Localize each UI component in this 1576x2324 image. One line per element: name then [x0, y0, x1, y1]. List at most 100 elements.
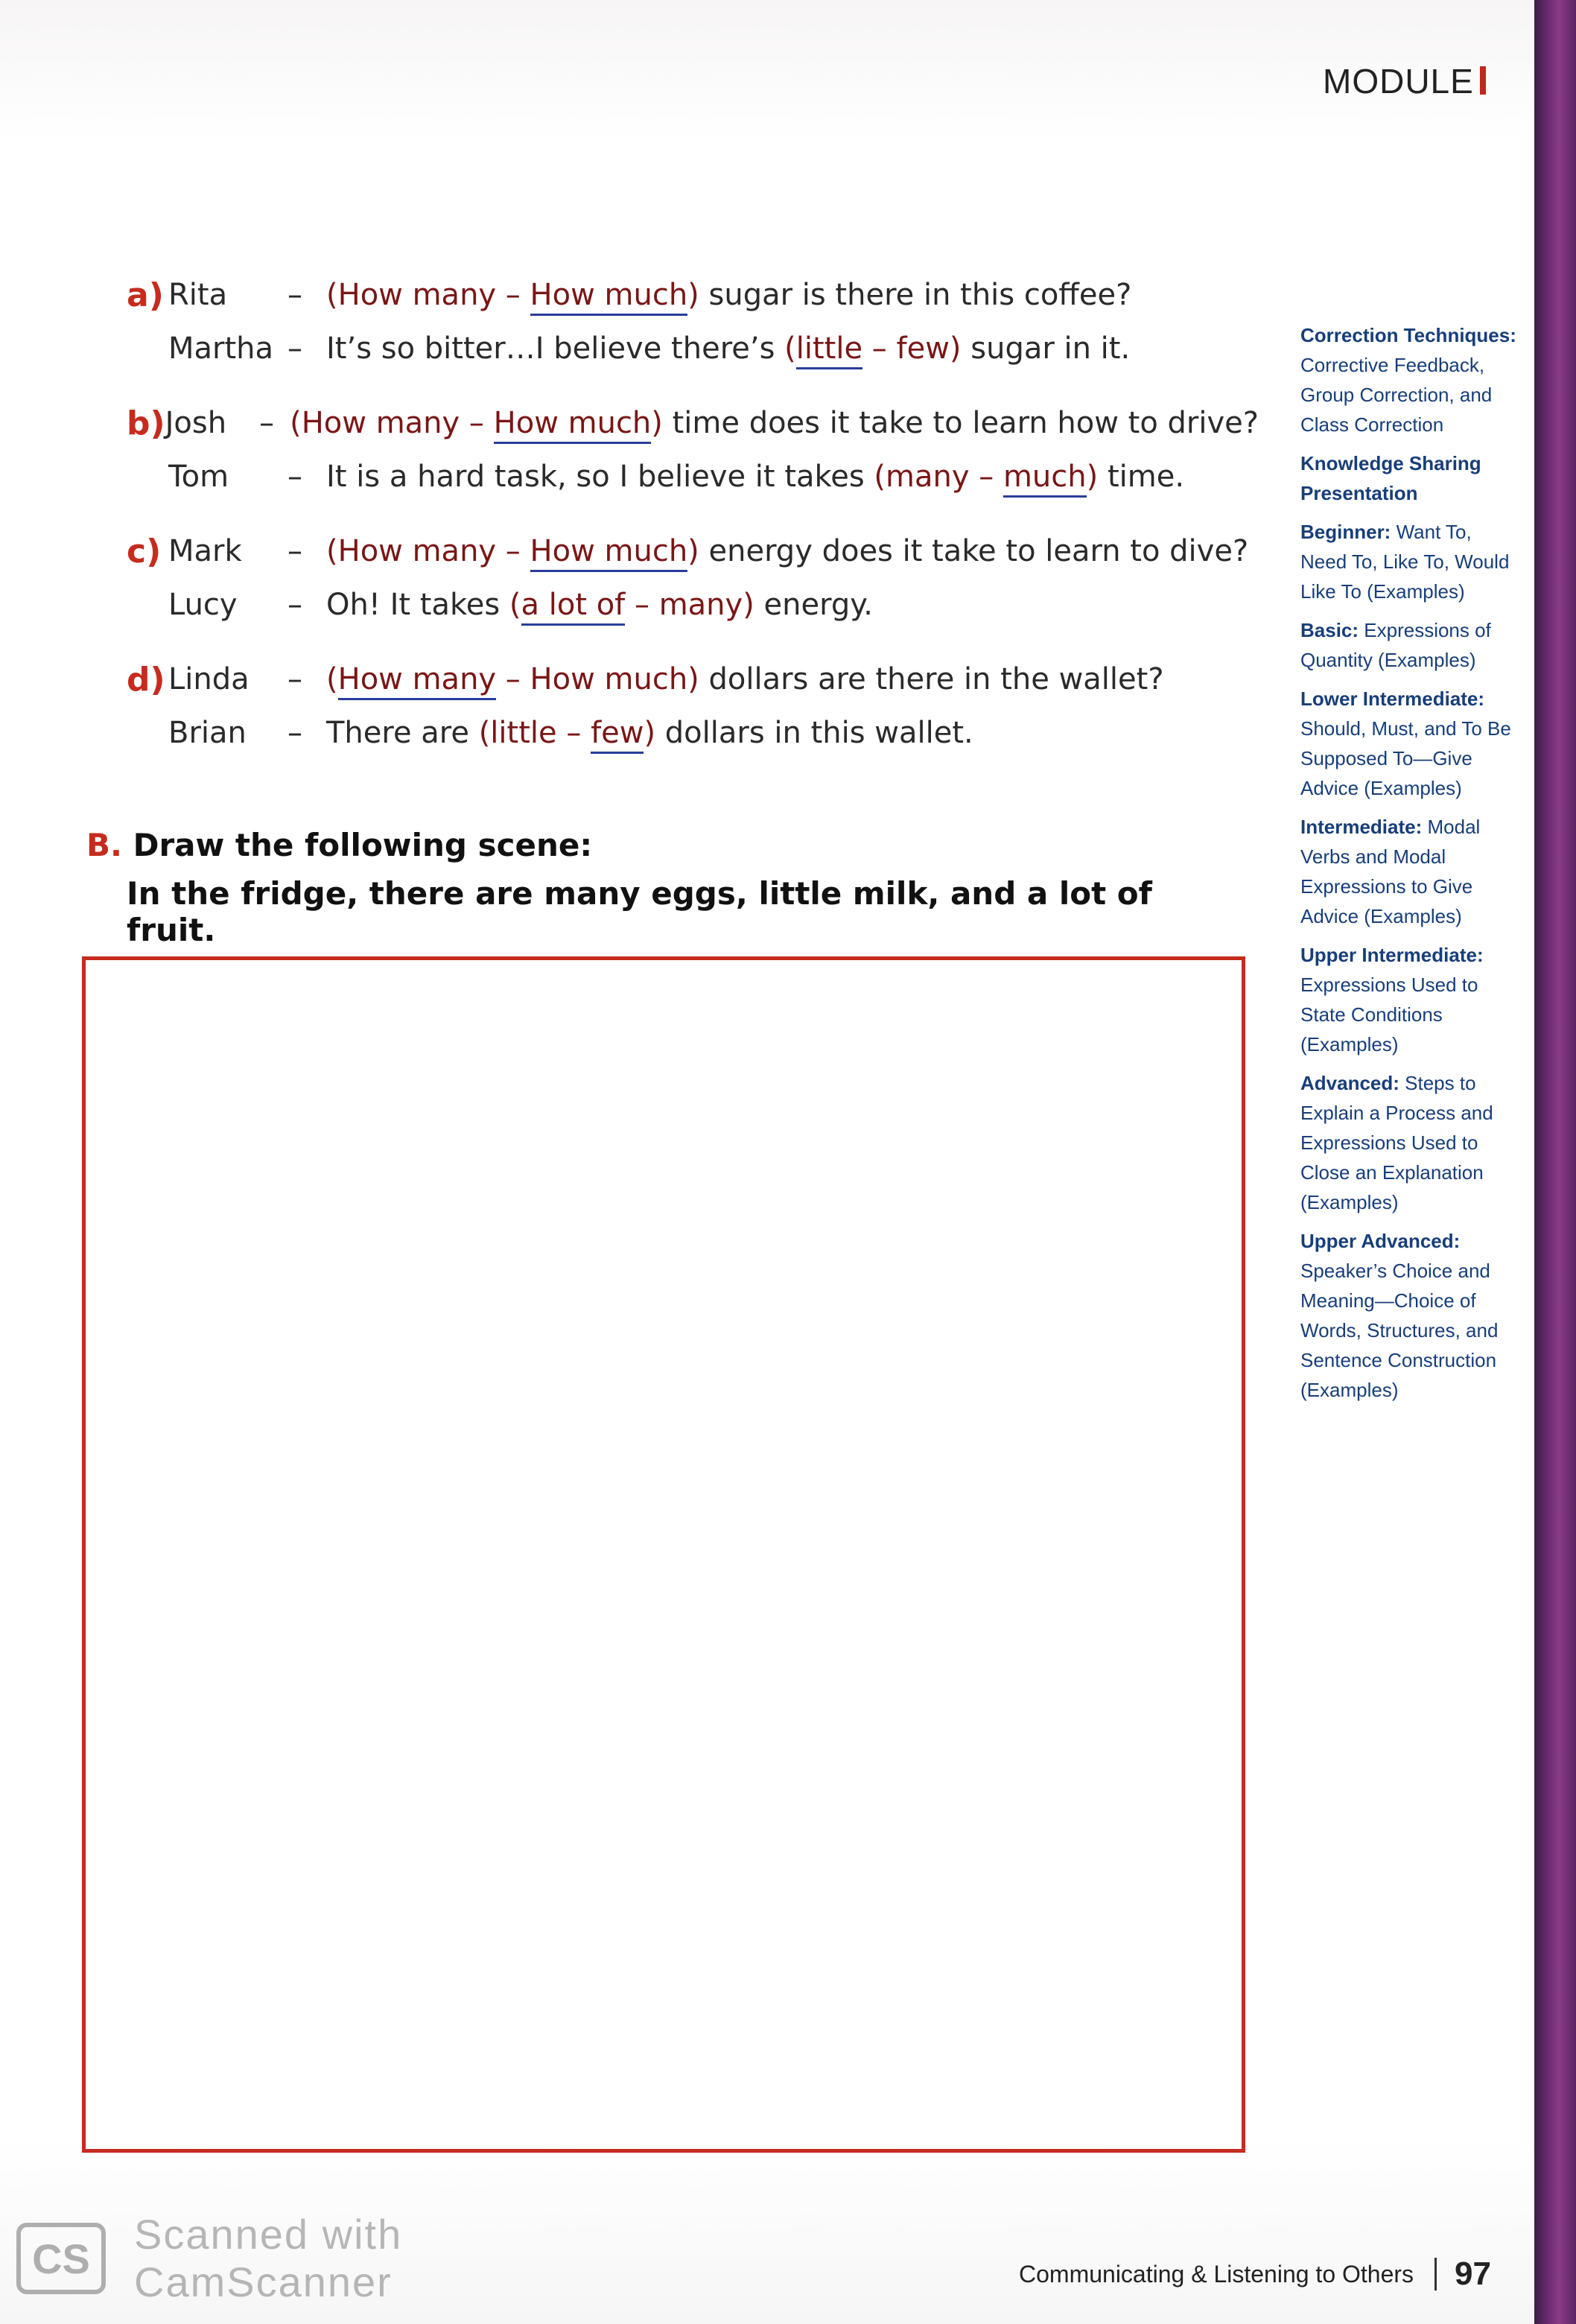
sentence-text: It’s so bitter…I believe there’s — [326, 331, 785, 366]
dialogue-line: Brian – There are (little – few) dollars i… — [127, 706, 1259, 760]
camscanner-watermark: CS Scanned with CamScanner — [16, 2211, 402, 2306]
section-b-instruction: In the fridge, there are many eggs, litt… — [127, 875, 1152, 948]
sidebar-item-heading: Intermediate: — [1300, 816, 1423, 838]
chosen-answer: little — [795, 331, 863, 369]
option-text: little — [490, 716, 557, 750]
sentence-text: It is a hard task, so I believe it takes — [326, 460, 874, 494]
dash: – — [287, 716, 302, 750]
sentence-text: There are — [326, 716, 479, 750]
sentence-text: energy. — [754, 588, 873, 622]
speaker-name: Lucy — [168, 588, 238, 622]
dialogue-line: b) Josh – (How many – How much) time does i… — [127, 396, 1259, 450]
sentence-text: sugar is there in this coffee? — [699, 278, 1132, 312]
dash: – — [287, 331, 302, 366]
dash: – — [287, 534, 302, 568]
chosen-answer: much — [1003, 460, 1087, 498]
option-text: – — [556, 716, 591, 750]
speaker-name: Rita — [168, 278, 228, 312]
sidebar-item: Intermediate: Modal Verbs and Modal Expr… — [1300, 812, 1516, 931]
module-header: MODULE — [1323, 61, 1486, 101]
chosen-answer: How many — [337, 662, 497, 700]
sentence-text: sugar in it. — [961, 331, 1131, 366]
section-b-label: B. — [86, 827, 122, 863]
option-text: ) — [687, 278, 699, 312]
item-letter: c) — [127, 532, 162, 571]
sidebar-item: Upper Advanced: Speaker’s Choice and Mea… — [1300, 1226, 1516, 1405]
option-text: ( — [478, 716, 491, 750]
dialogue-line: Tom – It is a hard task, so I believe it t… — [127, 450, 1259, 504]
watermark-line1: Scanned with — [134, 2211, 403, 2258]
chosen-answer: How much — [493, 406, 652, 444]
speaker-name: Linda — [168, 662, 250, 696]
chosen-answer: a lot of — [521, 588, 626, 626]
sidebar-item: Advanced: Steps to Explain a Process and… — [1300, 1068, 1516, 1217]
option-text: ( — [509, 588, 521, 622]
option-text: ) — [743, 588, 754, 622]
speaker-name: Tom — [168, 460, 229, 494]
option-text: ( — [784, 331, 796, 366]
exercise-item: a) Rita – (How many – How much) sugar is th… — [127, 268, 1259, 375]
chosen-answer: How much — [530, 534, 688, 572]
exercise-a: a) Rita – (How many – How much) sugar is th… — [127, 268, 1259, 781]
sidebar-item-heading: Upper Advanced: — [1300, 1230, 1461, 1252]
sidebar-item: Beginner: Want To, Need To, Like To, Wou… — [1300, 517, 1516, 606]
option-text: ( — [326, 534, 338, 568]
sidebar-item: Basic: Expressions of Quantity (Examples… — [1300, 615, 1516, 675]
sidebar-item-heading: Beginner: — [1300, 521, 1391, 543]
option-text: – — [460, 406, 494, 440]
dash: – — [259, 406, 275, 440]
sentence-text: time does it take to learn how to drive? — [662, 406, 1259, 440]
option-text: many — [886, 460, 970, 494]
sentence: Oh! It takes (a lot of – many) energy. — [326, 588, 873, 626]
drawing-box[interactable] — [82, 956, 1245, 2153]
option-text: few — [896, 331, 950, 366]
exercise-item: b) Josh – (How many – How much) time does i… — [127, 396, 1259, 504]
sentence: (How many – How much) dollars are there … — [326, 662, 1164, 700]
dialogue-line: c) Mark – (How many – How much) energy does… — [127, 524, 1259, 578]
sidebar-item-heading: Advanced: — [1300, 1072, 1399, 1094]
option-text: ) — [644, 716, 656, 750]
sidebar-item-heading: Correction Techniques: — [1300, 324, 1516, 346]
sentence: It’s so bitter…I believe there’s (little… — [326, 331, 1131, 369]
sidebar-item-heading: Lower Intermediate: — [1300, 688, 1485, 710]
module-bar-icon — [1479, 66, 1486, 95]
section-b-title: Draw the following scene: — [133, 827, 593, 863]
option-text: – — [496, 662, 530, 696]
dash: – — [287, 662, 302, 696]
item-letter: a) — [127, 276, 164, 314]
dash: – — [287, 460, 302, 494]
sentence-text: dollars in this wallet. — [655, 716, 973, 750]
sidebar-item: Knowledge Sharing Presentation — [1300, 448, 1516, 508]
sidebar-item: Correction Techniques: Corrective Feedba… — [1300, 320, 1516, 439]
speaker-name: Mark — [168, 534, 242, 568]
option-text: – — [496, 534, 530, 568]
sentence-text: time. — [1098, 460, 1185, 494]
sidebar-item-text: Corrective Feedback, Group Correction, a… — [1300, 354, 1493, 436]
page: MODULE a) Rita – (How many – How much) suga… — [0, 0, 1534, 2324]
page-footer: Communicating & Listening to Others 97 — [1019, 2255, 1491, 2293]
module-label: MODULE — [1323, 62, 1474, 101]
sidebar-notes: Correction Techniques: Corrective Feedba… — [1300, 320, 1516, 1414]
exercise-item: d) Linda – (How many – How much) dollars ar… — [127, 653, 1259, 760]
sidebar-item-text: Should, Must, and To Be Supposed To—Give… — [1300, 717, 1511, 799]
chosen-answer: few — [591, 716, 644, 754]
sidebar-item-heading: Basic: — [1300, 619, 1359, 641]
dialogue-line: a) Rita – (How many – How much) sugar is th… — [127, 268, 1259, 322]
dash: – — [287, 278, 302, 312]
option-text: ( — [874, 460, 886, 494]
speaker-name: Josh — [165, 406, 227, 440]
camscanner-logo-icon: CS — [16, 2223, 106, 2294]
option-text: ( — [290, 406, 302, 440]
sentence: It is a hard task, so I believe it takes… — [326, 460, 1185, 498]
dialogue-line: Martha – It’s so bitter…I believe there’s … — [127, 322, 1259, 375]
option-text: – — [969, 460, 1003, 494]
sidebar-item-text: Speaker’s Choice and Meaning—Choice of W… — [1300, 1260, 1499, 1401]
sidebar-item: Lower Intermediate: Should, Must, and To… — [1300, 684, 1516, 803]
option-text: – — [625, 588, 659, 622]
option-text: How many — [337, 278, 497, 312]
option-text: ( — [326, 278, 338, 312]
sentence: (How many – How much) time does it take … — [290, 406, 1259, 444]
option-text: How many — [301, 406, 460, 440]
dialogue-line: Lucy – Oh! It takes (a lot of – many) ener… — [127, 578, 1259, 632]
item-letter: d) — [127, 660, 165, 699]
